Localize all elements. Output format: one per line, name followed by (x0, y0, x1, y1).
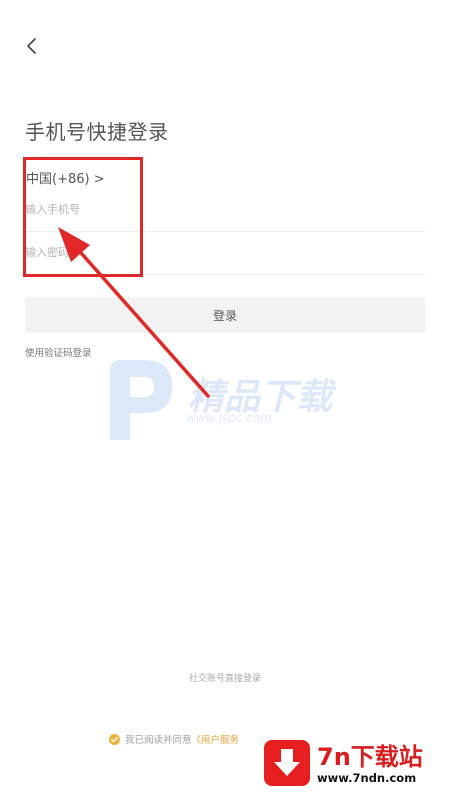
download-logo-icon (264, 740, 310, 786)
checkbox-checked-icon[interactable] (109, 733, 120, 745)
badge-title: 7n下载站 (317, 743, 423, 771)
site-badge: 7n下载站 www.7ndn.com (264, 735, 446, 791)
agreement-text: 我已阅读并同意 (125, 735, 192, 746)
badge-url: www.7ndn.com (317, 771, 417, 785)
social-login-link[interactable]: 社交账号直接登录 (0, 671, 450, 684)
agreement-row: 我已阅读并同意 《用户服务 (109, 732, 239, 746)
user-agreement-link[interactable]: 《用户服务 (192, 732, 240, 746)
